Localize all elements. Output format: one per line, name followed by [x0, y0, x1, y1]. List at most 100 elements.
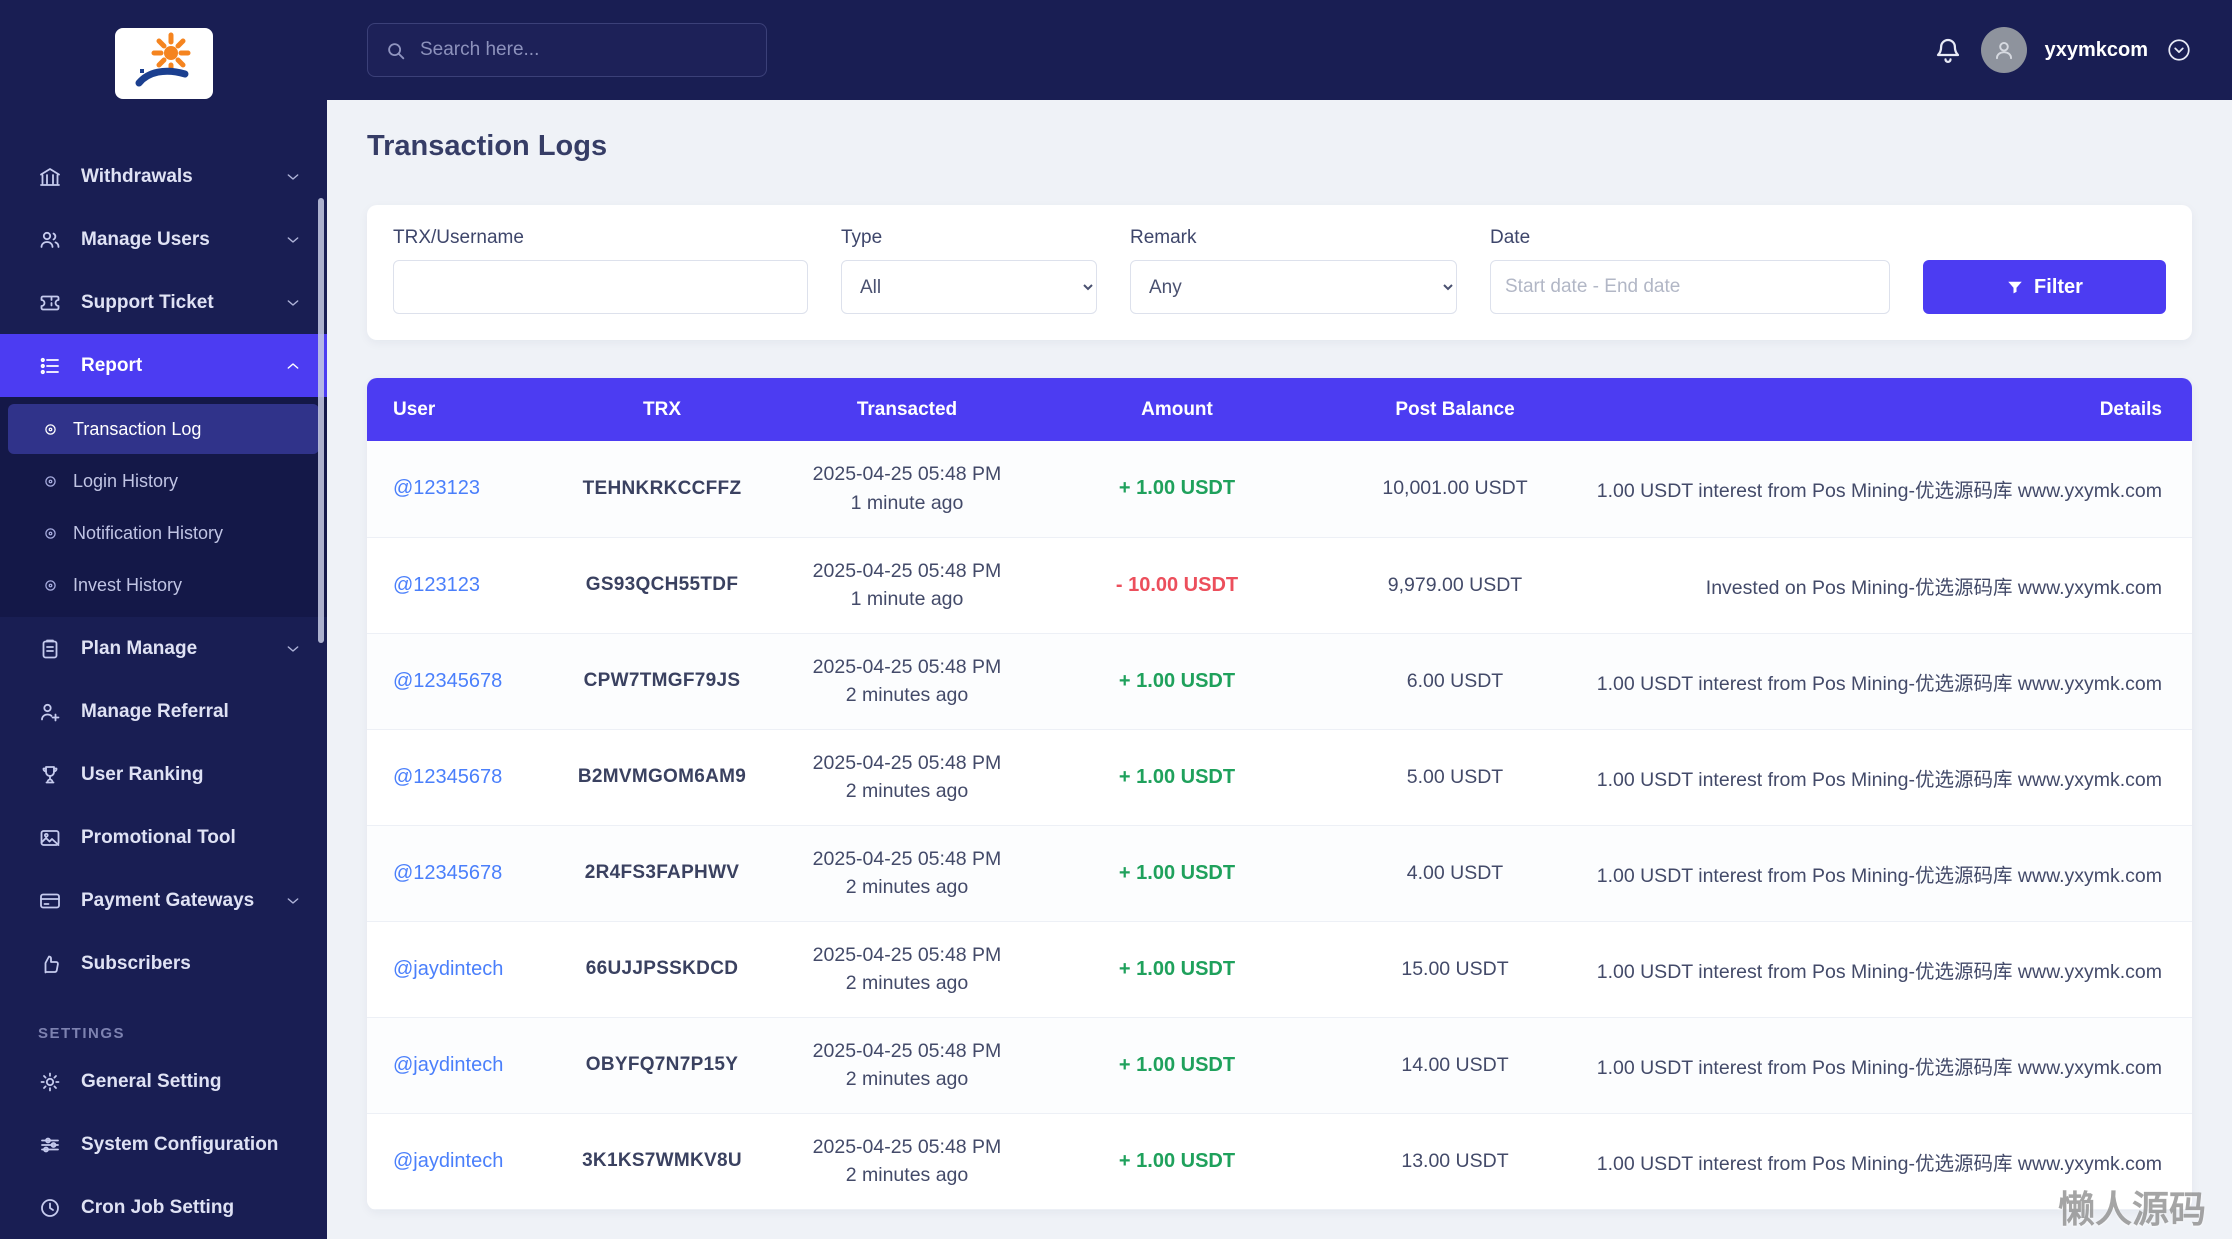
- sidebar-item-label: General Setting: [81, 1070, 222, 1092]
- sidebar-item-label: Cron Job Setting: [81, 1196, 235, 1218]
- table-row: @123123 TEHNKRKCCFFZ 2025-04-25 05:48 PM…: [367, 441, 2192, 537]
- remark-select[interactable]: Any: [1130, 260, 1457, 314]
- sidebar-item-withdrawals[interactable]: Withdrawals: [0, 145, 327, 208]
- sidebar-item-report[interactable]: Report: [0, 334, 327, 397]
- trx-code: OBYFQ7N7P15Y: [585, 1054, 739, 1075]
- notification-bell-icon[interactable]: [1933, 35, 1963, 65]
- amount-value: + 1.00 USDT: [1118, 765, 1236, 788]
- sidebar-item-user-ranking[interactable]: User Ranking: [0, 743, 327, 806]
- trx-code: 2R4FS3FAPHWV: [584, 862, 740, 883]
- details-text: 1.00 USDT interest from Pos Mining-优选源码库…: [1596, 1056, 2162, 1079]
- clipboard-icon: [38, 637, 62, 661]
- transaction-table: User TRX Transacted Amount Post Balance …: [367, 378, 2192, 1210]
- user-menu-chevron-icon[interactable]: [2166, 37, 2192, 63]
- header-user: User: [393, 398, 436, 420]
- target-circle-icon: [42, 473, 59, 490]
- submenu-item-transaction-log[interactable]: Transaction Log: [8, 404, 319, 454]
- sidebar-item-label: Plan Manage: [81, 637, 198, 659]
- brand-logo[interactable]: [114, 28, 213, 99]
- page-title: Transaction Logs: [367, 130, 608, 162]
- header-amount: Amount: [1141, 398, 1213, 420]
- sidebar-item-label: Manage Users: [81, 228, 210, 250]
- sliders-icon: [38, 1133, 62, 1157]
- sidebar-item-label: Promotional Tool: [81, 826, 236, 848]
- username-text[interactable]: yxymkcom: [2045, 39, 2148, 62]
- post-balance: 4.00 USDT: [1406, 861, 1504, 884]
- amount-value: + 1.00 USDT: [1118, 861, 1236, 884]
- details-text: 1.00 USDT interest from Pos Mining-优选源码库…: [1596, 672, 2162, 695]
- topbar: yxymkcom: [327, 0, 2232, 100]
- type-select[interactable]: All: [841, 260, 1097, 314]
- target-circle-icon: [42, 421, 59, 438]
- submenu-item-invest-history[interactable]: Invest History: [8, 560, 319, 610]
- post-balance: 14.00 USDT: [1401, 1053, 1509, 1076]
- remark-label: Remark: [1130, 227, 1197, 248]
- target-circle-icon: [42, 525, 59, 542]
- report-list-icon: [38, 354, 62, 378]
- sidebar-item-manage-referral[interactable]: Manage Referral: [0, 680, 327, 743]
- post-balance: 9,979.00 USDT: [1387, 573, 1523, 596]
- sidebar-item-support-ticket[interactable]: Support Ticket: [0, 271, 327, 334]
- image-icon: [38, 826, 62, 850]
- amount-value: + 1.00 USDT: [1118, 1149, 1236, 1172]
- user-link[interactable]: @12345678: [393, 766, 502, 788]
- transacted-cell: 2025-04-25 05:48 PM 2 minutes ago: [812, 1135, 1002, 1186]
- search-box: [367, 23, 767, 77]
- header-details: Details: [2099, 398, 2162, 420]
- details-text: 1.00 USDT interest from Pos Mining-优选源码库…: [1596, 864, 2162, 887]
- report-submenu: Transaction Log Login History Notificati…: [0, 397, 327, 617]
- trx-code: 3K1KS7WMKV8U: [582, 1150, 742, 1171]
- thumbs-up-icon: [38, 952, 62, 976]
- gear-icon: [38, 1070, 62, 1094]
- sidebar-menu: Withdrawals Manage Users Support Ticket …: [0, 145, 327, 1239]
- transacted-cell: 2025-04-25 05:48 PM 2 minutes ago: [812, 1039, 1002, 1090]
- filter-card: TRX/Username Type All Remark Any Date St…: [367, 205, 2192, 340]
- trx-username-input[interactable]: [393, 260, 808, 314]
- filter-field-type: Type All: [841, 227, 1097, 314]
- sidebar-item-system-configuration[interactable]: System Configuration: [0, 1113, 327, 1176]
- trophy-icon: [38, 763, 62, 787]
- target-circle-icon: [42, 577, 59, 594]
- search-input[interactable]: [368, 24, 766, 76]
- sidebar-item-label: Support Ticket: [81, 291, 214, 313]
- table-row: @12345678 2R4FS3FAPHWV 2025-04-25 05:48 …: [367, 825, 2192, 921]
- transacted-cell: 2025-04-25 05:48 PM 2 minutes ago: [812, 751, 1002, 802]
- user-link[interactable]: @12345678: [393, 862, 502, 884]
- details-text: Invested on Pos Mining-优选源码库 www.yxymk.c…: [1705, 576, 2162, 599]
- sidebar-item-label: Manage Referral: [81, 700, 229, 722]
- sidebar-item-promotional-tool[interactable]: Promotional Tool: [0, 806, 327, 869]
- header-transacted: Transacted: [856, 398, 958, 420]
- sidebar-item-label: System Configuration: [81, 1133, 279, 1155]
- post-balance: 10,001.00 USDT: [1382, 477, 1528, 500]
- sidebar-item-manage-users[interactable]: Manage Users: [0, 208, 327, 271]
- date-range-input[interactable]: [1490, 260, 1890, 314]
- sidebar-item-plan-manage[interactable]: Plan Manage: [0, 617, 327, 680]
- amount-value: + 1.00 USDT: [1118, 669, 1236, 692]
- sidebar-item-cron-job-setting[interactable]: Cron Job Setting: [0, 1176, 327, 1239]
- date-label: Date: [1490, 227, 1531, 248]
- header-post-balance: Post Balance: [1395, 398, 1515, 420]
- user-link[interactable]: @123123: [393, 477, 480, 499]
- sidebar-item-payment-gateways[interactable]: Payment Gateways: [0, 869, 327, 932]
- search-icon: [385, 40, 407, 62]
- user-link[interactable]: @123123: [393, 574, 480, 596]
- table-row: @123123 GS93QCH55TDF 2025-04-25 05:48 PM…: [367, 537, 2192, 633]
- sidebar-item-label: Subscribers: [81, 952, 191, 974]
- sidebar-item-general-setting[interactable]: General Setting: [0, 1050, 327, 1113]
- sidebar-scrollbar[interactable]: [318, 198, 324, 643]
- credit-card-icon: [38, 889, 62, 913]
- filter-button[interactable]: Filter: [1923, 260, 2166, 314]
- user-link[interactable]: @12345678: [393, 670, 502, 692]
- user-link[interactable]: @jaydintech: [393, 958, 503, 980]
- sidebar: Withdrawals Manage Users Support Ticket …: [0, 0, 327, 1239]
- trx-code: CPW7TMGF79JS: [583, 670, 741, 691]
- submenu-item-notification-history[interactable]: Notification History: [8, 508, 319, 558]
- user-link[interactable]: @jaydintech: [393, 1150, 503, 1172]
- submenu-item-login-history[interactable]: Login History: [8, 456, 319, 506]
- avatar[interactable]: [1980, 27, 2027, 73]
- user-link[interactable]: @jaydintech: [393, 1054, 503, 1076]
- table-header-row: User TRX Transacted Amount Post Balance …: [367, 378, 2192, 441]
- post-balance: 6.00 USDT: [1406, 669, 1504, 692]
- sidebar-item-subscribers[interactable]: Subscribers: [0, 932, 327, 995]
- trx-code: TEHNKRKCCFFZ: [582, 477, 742, 499]
